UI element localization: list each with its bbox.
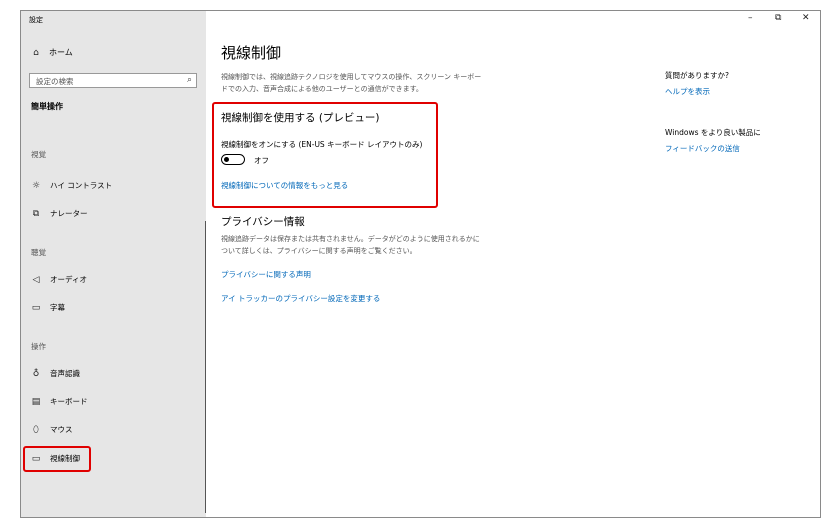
main-content: 視線制御 視線制御では、視線追跡テクノロジを使用してマウスの操作、スクリーン キ… — [221, 11, 661, 517]
sidebar-item-label: ナレーター — [50, 209, 88, 218]
minimize-button[interactable]: – — [748, 13, 753, 23]
scrollbar[interactable] — [205, 221, 206, 513]
group-interaction: 操作 — [31, 342, 46, 351]
improve-heading: Windows をより良い製品に — [665, 128, 761, 137]
eye-tracker-privacy-link[interactable]: アイ トラッカーのプライバシー設定を変更する — [221, 293, 380, 304]
category-heading: 簡単操作 — [31, 102, 63, 111]
sidebar-item-label: マウス — [50, 425, 73, 434]
help-link[interactable]: ヘルプを表示 — [665, 86, 710, 97]
sidebar-item-label: キーボード — [50, 397, 88, 406]
close-button[interactable]: ✕ — [802, 13, 810, 23]
sidebar-item-keyboard[interactable]: ▤ キーボード — [31, 396, 88, 407]
search-icon[interactable]: ⌕ — [187, 75, 192, 85]
sidebar-item-narrator[interactable]: ⧉ ナレーター — [31, 208, 88, 219]
sidebar-item-high-contrast[interactable]: ☼ ハイ コントラスト — [31, 180, 112, 191]
sidebar-item-audio[interactable]: ◁ オーディオ — [31, 274, 87, 285]
highlight-box-sidebar-eye-control — [23, 446, 91, 472]
sidebar: 設定 ⌂ ホーム 設定の検索 ⌕ 簡単操作 視覚 ☼ ハイ コントラスト ⧉ ナ… — [21, 11, 206, 517]
sidebar-item-label: ハイ コントラスト — [50, 181, 113, 190]
maximize-button[interactable]: ⧉ — [775, 13, 781, 23]
sidebar-item-captions[interactable]: ▭ 字幕 — [31, 302, 65, 313]
page-description: 視線制御では、視線追跡テクノロジを使用してマウスの操作、スクリーン キーボードで… — [221, 73, 482, 93]
privacy-statement-link[interactable]: プライバシーに関する声明 — [221, 269, 311, 280]
home-label: ホーム — [49, 48, 73, 57]
app-title: 設定 — [29, 16, 43, 24]
settings-window: 設定 ⌂ ホーム 設定の検索 ⌕ 簡単操作 視覚 ☼ ハイ コントラスト ⧉ ナ… — [20, 10, 821, 518]
sidebar-item-label: 音声認識 — [50, 369, 80, 378]
captions-icon: ▭ — [31, 302, 41, 313]
sidebar-item-label: オーディオ — [50, 275, 87, 284]
group-hearing: 聴覚 — [31, 248, 46, 257]
sidebar-item-label: 字幕 — [50, 303, 65, 312]
sidebar-item-speech[interactable]: ♁ 音声認識 — [31, 368, 80, 379]
sidebar-home[interactable]: ⌂ ホーム — [31, 47, 73, 58]
sidebar-item-mouse[interactable]: ⬯ マウス — [31, 424, 73, 435]
speaker-icon: ◁ — [32, 274, 40, 285]
narrator-icon: ⧉ — [32, 208, 40, 219]
keyboard-icon: ▤ — [31, 396, 41, 407]
feedback-link[interactable]: フィードバックの送信 — [665, 143, 740, 154]
home-icon: ⌂ — [33, 47, 39, 58]
search-placeholder: 設定の検索 — [36, 77, 74, 86]
search-input[interactable]: 設定の検索 ⌕ — [29, 73, 197, 88]
section-heading-privacy: プライバシー情報 — [221, 216, 305, 228]
privacy-text: 視線追跡データは保存または共有されません。データがどのように使用されるかについて… — [221, 235, 480, 255]
mouse-icon: ⬯ — [33, 424, 39, 435]
question-heading: 質問がありますか? — [665, 71, 729, 80]
page-title: 視線制御 — [221, 44, 282, 62]
highlight-box-eye-control-section — [212, 102, 438, 208]
microphone-icon: ♁ — [32, 368, 40, 379]
brightness-icon: ☼ — [31, 180, 41, 191]
group-vision: 視覚 — [31, 150, 46, 159]
